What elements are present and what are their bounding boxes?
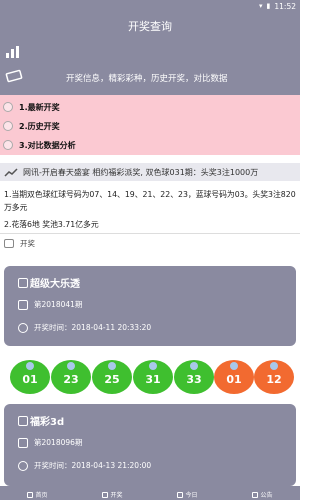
notice-icon bbox=[252, 491, 259, 498]
calendar-icon bbox=[177, 491, 184, 498]
news-item[interactable]: 1.当期双色球红球号码为07、14、19、21、22、23，蓝球号码为03。头奖… bbox=[4, 188, 298, 214]
number-ball: 12 bbox=[254, 360, 294, 394]
lottery-icon bbox=[18, 416, 28, 426]
menu-item-compare[interactable]: 3.对比数据分析 bbox=[3, 136, 293, 154]
lottery-name: 超级大乐透 bbox=[30, 279, 80, 290]
lottery-card[interactable]: 超级大乐透 第2018041期 开奖时间：2018-04-11 20:33:20 bbox=[4, 266, 296, 346]
tab-draws[interactable]: 开奖 bbox=[102, 490, 123, 499]
news-item[interactable]: 2.花落6地 奖池3.71亿多元 bbox=[4, 219, 298, 230]
bar-chart-icon[interactable] bbox=[5, 45, 21, 59]
lottery-icon bbox=[18, 278, 28, 288]
info-icon bbox=[3, 102, 13, 112]
issue-number: 第2018096期 bbox=[34, 438, 83, 447]
clock-icon bbox=[18, 461, 28, 471]
number-ball: 31 bbox=[133, 360, 173, 394]
tab-notice[interactable]: 公告 bbox=[252, 490, 273, 499]
feature-menu: 1.最新开奖 2.历史开奖 3.对比数据分析 bbox=[0, 95, 300, 155]
divider bbox=[0, 233, 300, 234]
menu-item-latest-draw[interactable]: 1.最新开奖 bbox=[3, 98, 293, 116]
draw-numbers: 01 23 25 31 33 01 12 bbox=[0, 360, 300, 394]
wifi-icon: ▾ bbox=[259, 1, 263, 10]
status-bar: ▾ ▮ 11:52 bbox=[0, 0, 300, 12]
battery-icon: ▮ bbox=[266, 1, 271, 10]
home-icon bbox=[27, 491, 34, 498]
lottery-icon bbox=[4, 239, 14, 248]
header-tagline: 开奖信息，精彩彩种，历史开奖，对比数据 bbox=[66, 74, 228, 84]
tab-today[interactable]: 今日 bbox=[177, 490, 198, 499]
issue-number: 第2018041期 bbox=[34, 300, 83, 309]
draw-time: 开奖时间：2018-04-11 20:33:20 bbox=[34, 323, 152, 332]
menu-item-label: 3.对比数据分析 bbox=[19, 140, 76, 150]
ticket-icon[interactable] bbox=[5, 69, 23, 83]
section-label: 开奖 bbox=[20, 239, 35, 248]
menu-item-history[interactable]: 2.历史开奖 bbox=[3, 117, 293, 135]
tab-home[interactable]: 首页 bbox=[27, 490, 48, 499]
document-icon bbox=[18, 438, 28, 448]
draw-time: 开奖时间：2018-04-13 21:20:00 bbox=[34, 461, 152, 470]
lottery-name: 福彩3d bbox=[30, 417, 65, 428]
section-header: 开奖 bbox=[4, 238, 35, 249]
marquee-text: 网讯-开启春天盛宴 相约福彩派奖, 双色球031期：头奖3注1000万 bbox=[23, 167, 259, 177]
bottom-tab-bar: 首页 开奖 今日 公告 bbox=[0, 486, 300, 500]
document-icon bbox=[18, 300, 28, 310]
number-ball: 01 bbox=[214, 360, 254, 394]
menu-item-label: 1.最新开奖 bbox=[19, 102, 60, 112]
page-title: 开奖查询 bbox=[128, 20, 172, 33]
compare-icon bbox=[3, 140, 13, 150]
number-ball: 33 bbox=[174, 360, 214, 394]
number-ball: 23 bbox=[51, 360, 91, 394]
menu-item-label: 2.历史开奖 bbox=[19, 121, 60, 131]
app-header: 开奖查询 开奖信息，精彩彩种，历史开奖，对比数据 bbox=[0, 12, 300, 95]
status-time: 11:52 bbox=[274, 1, 296, 11]
clock-icon bbox=[18, 323, 28, 333]
lottery-card[interactable]: 福彩3d 第2018096期 开奖时间：2018-04-13 21:20:00 bbox=[4, 404, 296, 486]
draws-icon bbox=[102, 491, 109, 498]
trend-icon bbox=[4, 167, 18, 177]
number-ball: 01 bbox=[10, 360, 50, 394]
number-ball: 25 bbox=[92, 360, 132, 394]
news-marquee[interactable]: 网讯-开启春天盛宴 相约福彩派奖, 双色球031期：头奖3注1000万 bbox=[0, 163, 300, 181]
history-icon bbox=[3, 121, 13, 131]
